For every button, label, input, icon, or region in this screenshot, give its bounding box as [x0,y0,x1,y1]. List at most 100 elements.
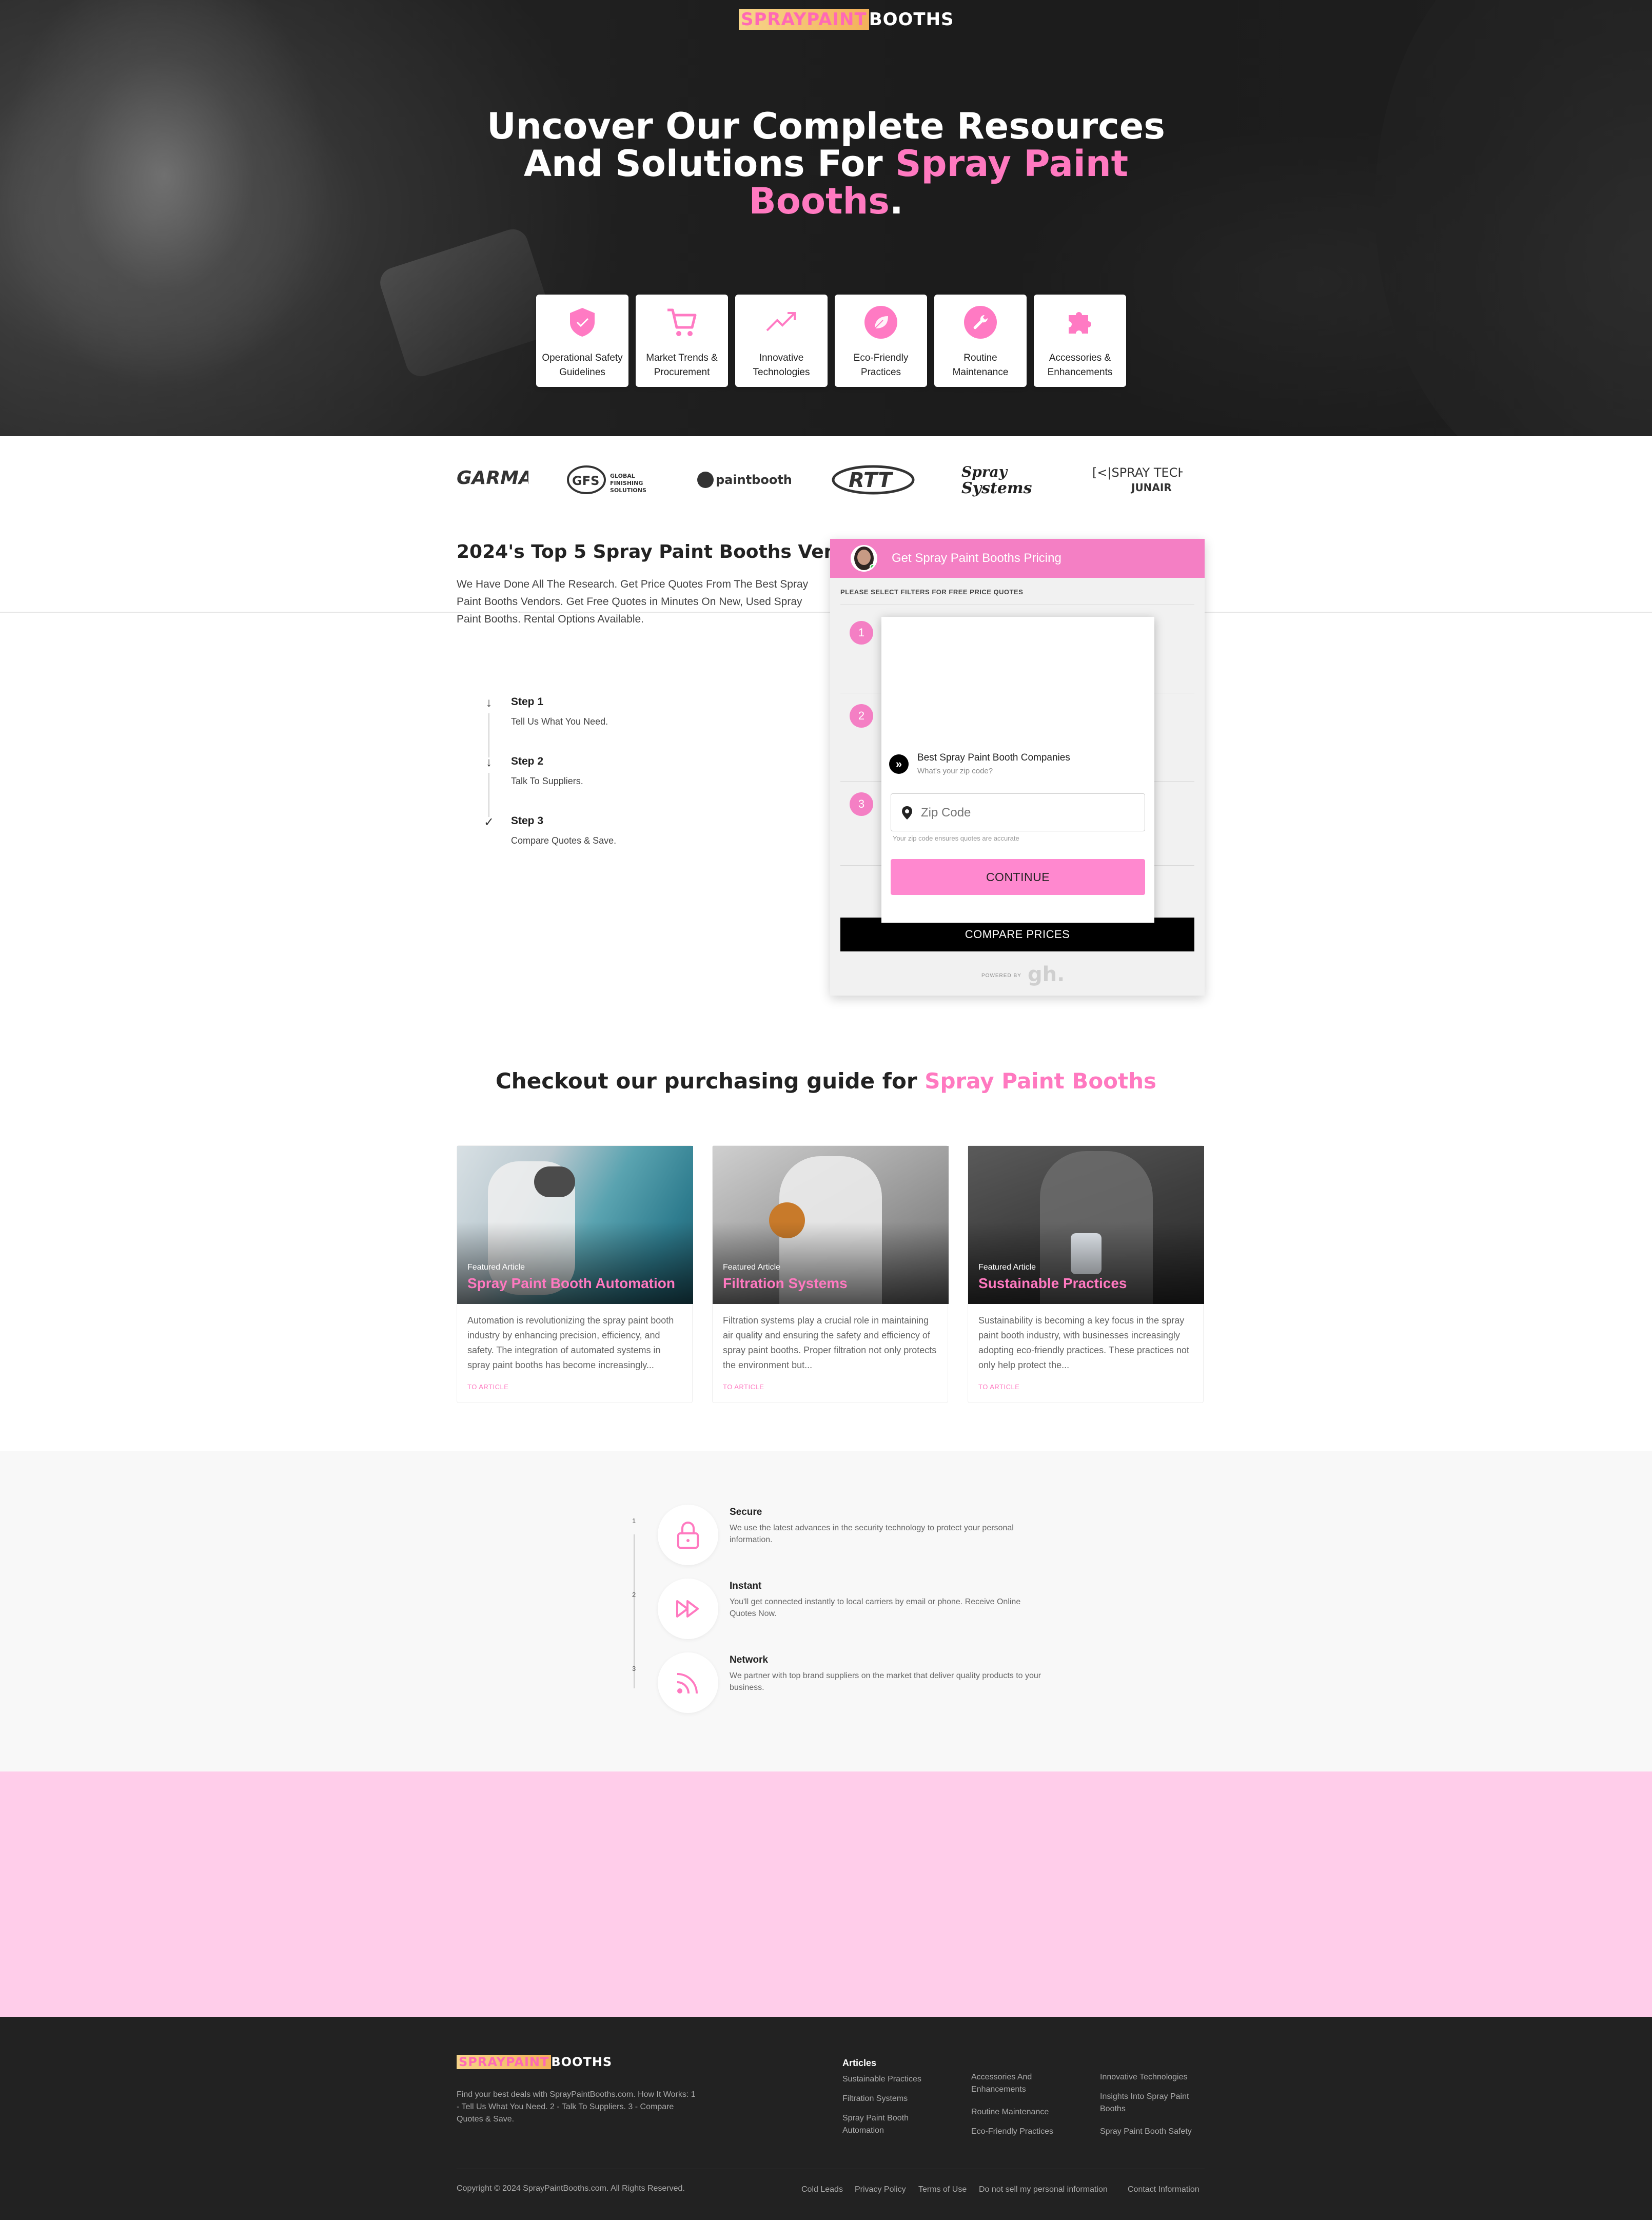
step-connector [488,713,489,757]
footer-link[interactable]: Filtration Systems [842,2093,945,2105]
footer-bottom-link-contact[interactable]: Contact Information [1128,2185,1199,2194]
brand-logo-spray-tech-junair: [<|SPRAY TECH JUNAIR [1090,457,1183,503]
svg-text:FINISHING: FINISHING [610,480,643,486]
footer-bottom-link-terms[interactable]: Terms of Use [918,2185,967,2194]
category-card-safety[interactable]: Operational Safety Guidelines [536,295,628,387]
to-article-link[interactable]: TO ARTICLE [723,1383,764,1391]
feature-title: Secure [730,1507,762,1517]
svg-text:[<|SPRAY TECH: [<|SPRAY TECH [1092,465,1183,480]
step-desc: Tell Us What You Need. [511,716,608,727]
feature-desc: You'll get connected instantly to local … [730,1598,1021,1618]
logo-part-spraypaint: SPRAYPAINT [457,2055,552,2069]
footer-logo[interactable]: SPRAYPAINT BOOTHS [457,2055,612,2069]
zip-code-hint: Your zip code ensures quotes are accurat… [893,834,1019,842]
double-chevron-right-icon: » [889,754,909,774]
filter-step-1[interactable]: 1 [850,621,873,645]
article-excerpt: Automation is revolutionizing the spray … [467,1315,674,1370]
article-card-sustainable[interactable]: Featured Article Sustainable Practices S… [968,1145,1204,1403]
footer-link[interactable]: Innovative Technologies [1100,2071,1203,2083]
step-title: Step 3 [511,815,544,827]
category-label: Operational Safety Guidelines [542,353,623,378]
brand-logo-paintbooth: paintbooth.com [695,457,793,503]
widget-header-title: Get Spray Paint Booths Pricing [892,551,1061,565]
hero-title-highlight-1: Spray Paint [895,143,1129,185]
trending-up-icon [765,306,798,339]
category-label: Routine Maintenance [952,353,1009,378]
article-title[interactable]: Spray Paint Booth Automation [467,1275,675,1292]
fast-forward-icon [658,1579,718,1639]
footer-bottom-link-do-not-sell[interactable]: Do not sell my personal information [979,2185,1108,2194]
powered-by-label: POWERED BY [981,973,1021,979]
footer-link[interactable]: Sustainable Practices [842,2073,945,2086]
article-title[interactable]: Sustainable Practices [978,1275,1127,1292]
hero-title-period: . [889,180,903,222]
rss-icon [658,1652,718,1713]
footer-link[interactable]: Insights Into Spray Paint Booths [1100,2091,1203,2115]
category-card-maintenance[interactable]: Routine Maintenance [934,295,1027,387]
vendors-title: 2024's Top 5 Spray Paint Booths Vendors [457,541,883,562]
category-label: Market Trends & Procurement [646,353,718,378]
feature-number: 1 [632,1517,636,1525]
hero-title-line1: Uncover Our Complete Resources [487,105,1165,147]
category-card-eco-friendly[interactable]: Eco-Friendly Practices [835,295,927,387]
brand-logo-gfs: GFS GLOBAL FINISHING SOLUTIONS [567,457,654,503]
avatar [851,545,877,572]
widget-filters-label: PLEASE SELECT FILTERS FOR FREE PRICE QUO… [840,588,1024,596]
online-status-dot [870,564,876,570]
leaf-icon [864,306,897,339]
step-title: Step 1 [511,696,544,708]
footer-description: Find your best deals with SprayPaintBoot… [457,2090,696,2124]
svg-text:Systems: Systems [961,479,1032,497]
feature-number: 2 [632,1591,636,1599]
to-article-link[interactable]: TO ARTICLE [978,1383,1019,1391]
category-card-innovative-tech[interactable]: Innovative Technologies [735,295,828,387]
article-kicker: Featured Article [978,1263,1036,1272]
footer-bottom-link-cold-leads[interactable]: Cold Leads [801,2185,843,2194]
brand-logo-text: paintbooth.com [716,473,793,487]
footer-bottom-link-privacy[interactable]: Privacy Policy [855,2185,906,2194]
step-title: Step 2 [511,755,544,767]
article-card-automation[interactable]: Featured Article Spray Paint Booth Autom… [457,1145,693,1403]
footer-link[interactable]: Eco-Friendly Practices [971,2126,1074,2138]
footer-link[interactable]: Spray Paint Booth Safety [1100,2126,1203,2138]
feature-title: Network [730,1654,768,1665]
section-divider [0,612,1652,613]
logo-part-booths: BOOTHS [869,9,954,30]
brand-logo-garmat: GARMAT USA [457,457,528,503]
modal-subtitle: What's your zip code? [917,767,993,775]
article-card-filtration[interactable]: Featured Article Filtration Systems Filt… [712,1145,949,1403]
footer-link[interactable]: Routine Maintenance [971,2106,1074,2118]
to-article-link[interactable]: TO ARTICLE [467,1383,508,1391]
map-pin-icon [902,806,912,820]
category-card-market-trends[interactable]: Market Trends & Procurement [636,295,728,387]
continue-button[interactable]: CONTINUE [891,859,1145,895]
site-logo[interactable]: SPRAYPAINT BOOTHS [739,9,954,30]
footer-link[interactable]: Spray Paint Booth Automation [842,2112,930,2137]
footer-link[interactable]: Accessories And Enhancements [971,2071,1058,2096]
zip-code-field[interactable] [891,793,1145,831]
wrench-icon [964,306,997,339]
article-excerpt: Filtration systems play a crucial role i… [723,1315,937,1370]
hero-title: Uncover Our Complete Resources And Solut… [462,108,1190,220]
copyright-text: Copyright © 2024 SprayPaintBooths.com. A… [457,2184,685,2193]
svg-text:GLOBAL: GLOBAL [610,473,635,479]
pink-banner [0,1771,1652,2017]
guide-title-main: Checkout our purchasing guide for [495,1068,925,1094]
gh-logo[interactable]: gh. [1028,963,1065,986]
step-desc: Compare Quotes & Save. [511,835,617,846]
category-card-accessories[interactable]: Accessories & Enhancements [1034,295,1126,387]
hero-title-line2: And Solutions For [523,143,896,185]
svg-text:Spray: Spray [961,463,1008,480]
article-title[interactable]: Filtration Systems [723,1275,848,1292]
logo-part-spraypaint: SPRAYPAINT [739,9,869,30]
filter-step-3[interactable]: 3 [850,792,873,816]
footer-articles-heading: Articles [842,2058,877,2068]
lock-icon [658,1505,718,1565]
feature-desc: We use the latest advances in the securi… [730,1524,1014,1544]
zip-code-input[interactable] [921,799,1136,827]
puzzle-icon [1064,306,1096,339]
filter-step-2[interactable]: 2 [850,704,873,728]
vendors-description: We Have Done All The Research. Get Price… [457,578,809,625]
brand-logo-rtt: RTT [831,457,918,503]
hero-title-highlight-2: Booths [749,180,890,222]
